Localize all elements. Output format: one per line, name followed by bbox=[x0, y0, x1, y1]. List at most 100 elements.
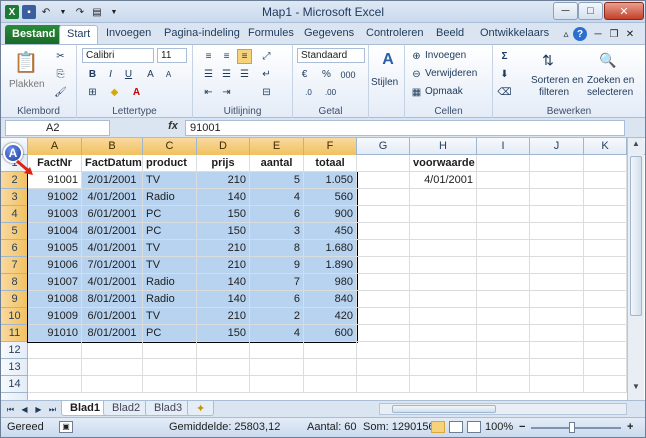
cell[interactable] bbox=[477, 291, 530, 308]
cell[interactable] bbox=[304, 359, 357, 376]
table-cell[interactable]: 91004 bbox=[28, 223, 82, 240]
cell[interactable] bbox=[530, 206, 584, 223]
cell[interactable] bbox=[357, 308, 410, 325]
cell[interactable] bbox=[357, 359, 410, 376]
orientation-icon[interactable]: ⤢ bbox=[259, 49, 274, 64]
scroll-up-icon[interactable]: ▲ bbox=[629, 139, 643, 153]
next-sheet-icon[interactable]: ▶ bbox=[31, 402, 46, 417]
cell[interactable] bbox=[477, 240, 530, 257]
tab-page-layout[interactable]: Pagina-indeling bbox=[157, 25, 247, 44]
table-cell[interactable]: 450 bbox=[304, 223, 357, 240]
align-right-icon[interactable]: ☰ bbox=[237, 67, 252, 82]
sort-filter-line2[interactable]: filteren bbox=[539, 87, 569, 98]
row-header[interactable]: 11 bbox=[1, 325, 28, 342]
table-cell[interactable]: 8/01/2001 bbox=[82, 223, 143, 240]
sort-filter-line1[interactable]: Sorteren en bbox=[531, 75, 583, 86]
italic-button[interactable]: I bbox=[103, 67, 118, 82]
cell[interactable] bbox=[477, 308, 530, 325]
table-cell[interactable]: 91002 bbox=[28, 189, 82, 206]
format-cells-button[interactable]: Opmaak bbox=[425, 86, 463, 97]
table-cell[interactable]: 140 bbox=[197, 274, 250, 291]
insert-cells-button[interactable]: Invoegen bbox=[425, 50, 466, 61]
fill-icon[interactable]: ⬇ bbox=[497, 67, 512, 82]
table-cell[interactable]: 91010 bbox=[28, 325, 82, 342]
table-cell[interactable]: 8/01/2001 bbox=[82, 325, 143, 342]
table-cell[interactable]: 980 bbox=[304, 274, 357, 291]
horizontal-scrollbar[interactable] bbox=[379, 403, 627, 415]
cell[interactable] bbox=[584, 342, 627, 359]
table-cell[interactable]: 150 bbox=[197, 206, 250, 223]
cell[interactable] bbox=[477, 155, 530, 172]
table-cell[interactable]: 600 bbox=[304, 325, 357, 342]
autosum-icon[interactable]: Σ bbox=[497, 49, 512, 64]
minimize-button[interactable]: ─ bbox=[553, 2, 578, 20]
table-cell[interactable]: 91001 bbox=[28, 172, 82, 189]
table-cell[interactable]: 1.050 bbox=[304, 172, 357, 189]
find-select-line2[interactable]: selecteren bbox=[587, 87, 633, 98]
table-cell[interactable]: 4/01/2001 bbox=[82, 274, 143, 291]
cell[interactable] bbox=[28, 359, 82, 376]
cell[interactable] bbox=[584, 291, 627, 308]
shrink-font-icon[interactable]: A bbox=[161, 67, 176, 82]
table-cell[interactable]: 140 bbox=[197, 291, 250, 308]
table-cell[interactable]: 2/01/2001 bbox=[82, 172, 143, 189]
sort-filter-icon[interactable]: ⇅ bbox=[537, 49, 559, 71]
table-cell[interactable]: 91005 bbox=[28, 240, 82, 257]
cell[interactable] bbox=[410, 274, 477, 291]
find-select-line1[interactable]: Zoeken en bbox=[587, 75, 634, 86]
minimize-ribbon-icon[interactable]: ▵ bbox=[559, 27, 573, 41]
table-cell[interactable]: 4 bbox=[250, 189, 304, 206]
cell[interactable] bbox=[143, 359, 197, 376]
cell[interactable] bbox=[82, 376, 143, 393]
cell[interactable] bbox=[250, 342, 304, 359]
cell[interactable] bbox=[250, 376, 304, 393]
wrap-text-icon[interactable]: ↵ bbox=[259, 67, 274, 82]
table-cell[interactable]: 7 bbox=[250, 274, 304, 291]
zoom-slider-thumb[interactable] bbox=[569, 422, 575, 433]
cell[interactable] bbox=[530, 172, 584, 189]
align-left-icon[interactable]: ☰ bbox=[201, 67, 216, 82]
page-break-view-icon[interactable] bbox=[467, 421, 481, 433]
styles-icon[interactable]: A bbox=[377, 49, 399, 71]
name-box[interactable]: A2 bbox=[5, 120, 110, 136]
table-cell[interactable]: 6/01/2001 bbox=[82, 206, 143, 223]
table-cell[interactable]: 3 bbox=[250, 223, 304, 240]
formula-input[interactable]: 91001 bbox=[185, 120, 625, 136]
fill-color-icon[interactable]: ◆ bbox=[107, 85, 122, 100]
vertical-scroll-thumb[interactable] bbox=[630, 156, 642, 316]
cell[interactable] bbox=[530, 325, 584, 342]
cell[interactable] bbox=[143, 342, 197, 359]
vertical-scrollbar[interactable]: ▲ ▼ bbox=[627, 138, 644, 400]
paste-button[interactable]: Plakken bbox=[9, 79, 45, 90]
find-select-icon[interactable]: 🔍 bbox=[597, 49, 619, 71]
cell[interactable] bbox=[410, 325, 477, 342]
sheet-tab-blad3[interactable]: Blad3 bbox=[145, 401, 192, 416]
font-color-icon[interactable]: A bbox=[129, 85, 144, 100]
table-cell[interactable]: Radio bbox=[143, 291, 197, 308]
cell[interactable] bbox=[197, 359, 250, 376]
table-cell[interactable]: 150 bbox=[197, 223, 250, 240]
tab-file[interactable]: Bestand bbox=[5, 25, 63, 44]
row-header[interactable]: 5 bbox=[1, 223, 28, 240]
row-header[interactable]: 4 bbox=[1, 206, 28, 223]
tab-view[interactable]: Beeld bbox=[429, 25, 471, 44]
cell[interactable] bbox=[477, 189, 530, 206]
cell[interactable] bbox=[477, 325, 530, 342]
format-cells-icon[interactable]: ▦ bbox=[409, 85, 424, 100]
align-center-icon[interactable]: ☰ bbox=[219, 67, 234, 82]
insert-sheet-icon[interactable]: ✦ bbox=[187, 401, 215, 416]
currency-icon[interactable]: € bbox=[297, 67, 312, 82]
table-cell[interactable]: Radio bbox=[143, 274, 197, 291]
table-cell[interactable]: 840 bbox=[304, 291, 357, 308]
first-sheet-icon[interactable]: ⏮ bbox=[3, 402, 18, 417]
insert-function-button[interactable]: fx bbox=[163, 120, 183, 136]
cell[interactable] bbox=[477, 376, 530, 393]
percent-button[interactable]: % bbox=[319, 67, 334, 82]
cell[interactable] bbox=[584, 189, 627, 206]
table-cell[interactable]: 5 bbox=[250, 172, 304, 189]
column-header[interactable]: C bbox=[143, 138, 197, 155]
cell[interactable] bbox=[357, 342, 410, 359]
cell[interactable] bbox=[530, 240, 584, 257]
font-size-combo[interactable]: 11 bbox=[157, 48, 187, 63]
delete-cells-icon[interactable]: ⊖ bbox=[409, 67, 424, 82]
